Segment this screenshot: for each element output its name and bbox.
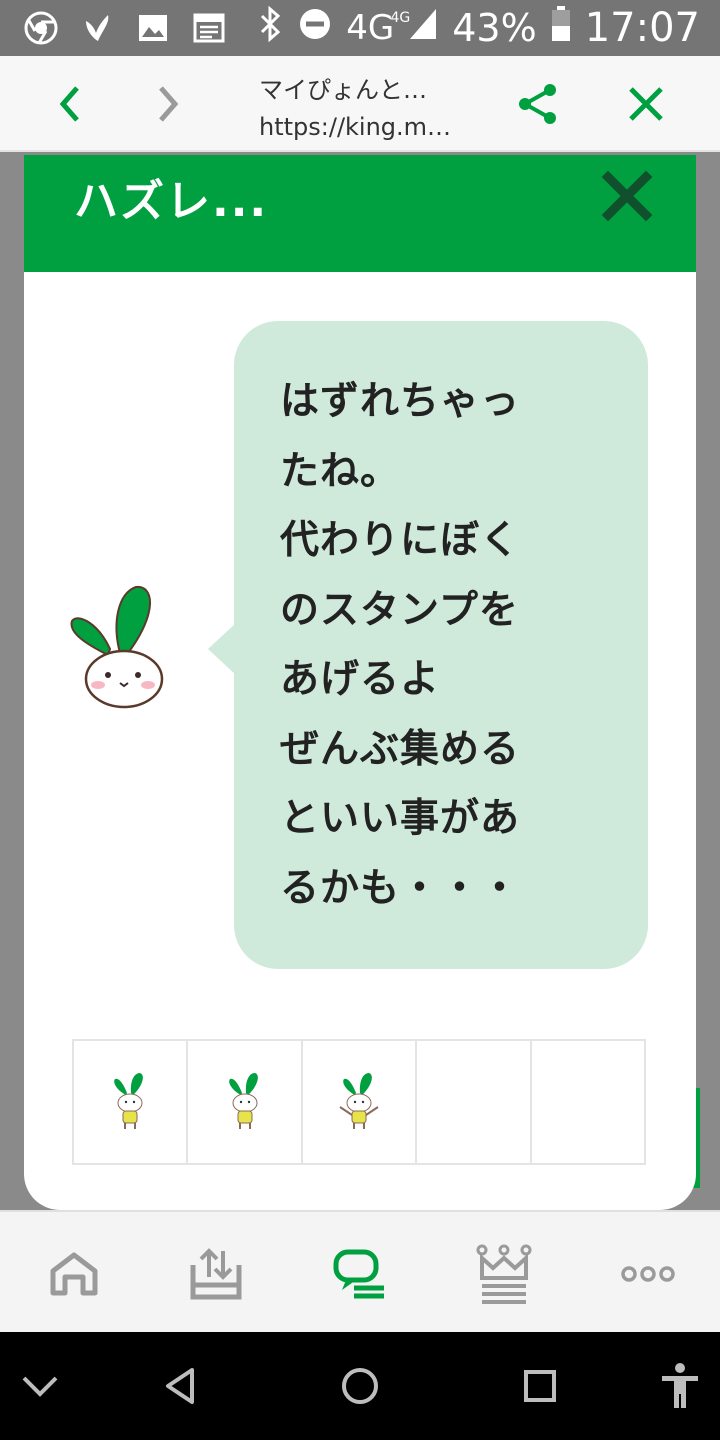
stamp-slot-1 [74,1041,189,1163]
image-icon [136,11,170,45]
share-icon [519,84,556,124]
network-type: 4G 4G [346,8,410,48]
bubble-message: はずれちゃっ たね。 代わりにぼく のスタンプを あげるよ ぜんぶ集める といい… [280,367,620,923]
signal-icon [408,6,438,50]
message-line: のスタンプを [280,587,519,633]
nav-upload[interactable] [186,1244,246,1304]
nav-home[interactable] [44,1244,104,1304]
stamp-slot-2 [188,1041,303,1163]
browser-toolbar: マイぴょんと… https://king.m… [0,56,720,152]
chat-icon [333,1249,384,1299]
battery-icon [551,5,571,51]
system-home-button[interactable] [336,1362,384,1410]
stamp-mascot-icon [339,1073,379,1129]
leaf-icon [80,11,114,45]
forward-button[interactable] [146,82,190,126]
square-recents-icon [524,1370,556,1402]
chevron-right-icon [159,86,179,122]
message-line: あげるよ [280,657,441,702]
collapse-nav-button[interactable] [16,1362,64,1410]
message-line: といい事があ [280,796,521,841]
page-url: https://king.m… [259,113,452,141]
page-title: マイぴょんと… [259,76,427,104]
network-small-label: 4G [390,10,411,26]
home-icon [50,1252,98,1296]
clock: 17:07 [584,5,700,51]
share-button[interactable] [516,82,560,126]
stamp-collection [72,1039,646,1165]
do-not-disturb-icon [298,6,332,50]
chevron-left-icon [59,86,79,122]
chrome-icon [24,11,58,45]
battery-percent: 43% [452,6,537,50]
calendar-icon [192,11,226,45]
network-label: 4G [346,8,395,48]
message-line: 代わりにぼく [280,518,521,563]
modal-title: ハズレ... [74,176,269,227]
app-bottom-nav [0,1210,720,1332]
accessibility-button[interactable] [656,1362,704,1410]
stamp-mascot-icon [114,1073,144,1129]
message-line: るかも・・・ [280,865,521,911]
message-line: たね。 [280,448,401,494]
bluetooth-icon [258,5,284,51]
stamp-slot-5 [532,1041,644,1163]
close-icon [601,170,653,222]
stamp-slot-4 [417,1041,532,1163]
mascot-image [68,583,176,711]
message-line: はずれちゃっ [280,379,521,424]
system-nav-bar [0,1332,720,1440]
nav-chat[interactable] [330,1244,390,1304]
modal-header: ハズレ... [24,155,696,272]
modal-close-button[interactable] [601,170,653,222]
stamp-slot-3 [303,1041,418,1163]
system-recents-button[interactable] [516,1362,564,1410]
close-icon [629,87,663,121]
speech-bubble-tail [208,623,236,675]
back-button[interactable] [48,82,92,126]
message-line: ぜんぶ集める [280,726,521,772]
nav-more[interactable] [618,1244,678,1304]
upload-tray-icon [190,1248,242,1300]
triangle-back-icon [166,1368,194,1404]
status-notification-icons [24,10,226,46]
close-browser-button[interactable] [624,82,668,126]
status-system-info: 4G 4G 43% 17:07 [258,5,700,51]
more-icon [621,1266,675,1282]
circle-home-icon [342,1368,378,1404]
accessibility-icon [662,1363,698,1408]
nav-ranking[interactable] [474,1244,534,1304]
page-info: マイぴょんと… https://king.m… [259,70,489,141]
system-back-button[interactable] [156,1362,204,1410]
chevron-down-icon [22,1376,58,1397]
stamp-mascot-icon [228,1073,258,1129]
crown-icon [476,1244,532,1304]
result-modal: ハズレ... はずれちゃっ たね。 代わりにぼく のスタンプを あげるよ ぜんぶ… [24,155,696,1210]
speech-bubble: はずれちゃっ たね。 代わりにぼく のスタンプを あげるよ ぜんぶ集める といい… [234,321,648,969]
status-bar: 4G 4G 43% 17:07 [0,0,720,56]
